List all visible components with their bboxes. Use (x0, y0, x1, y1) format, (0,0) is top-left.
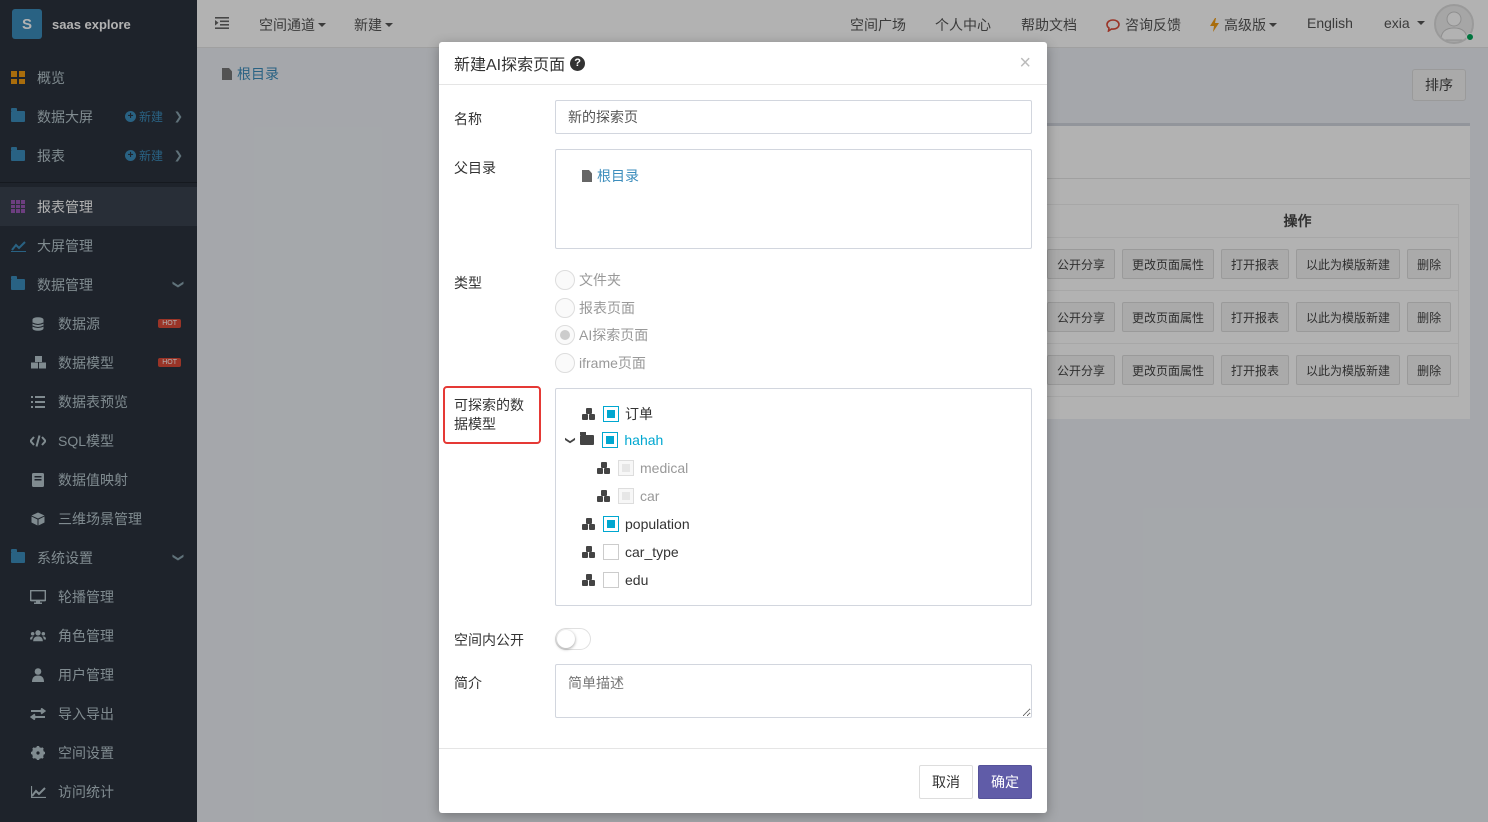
type-option-ai-explore[interactable]: AI探索页面 (555, 325, 648, 345)
type-label: 类型 (454, 275, 482, 291)
type-option-report[interactable]: 报表页面 (555, 298, 635, 318)
close-icon[interactable]: × (1019, 52, 1031, 75)
tree-node-label: 订单 (625, 406, 653, 422)
question-circle-icon[interactable]: ? (570, 55, 586, 71)
tree-node-car[interactable]: car (597, 488, 659, 504)
tree-node-label: medical (640, 460, 689, 476)
type-option-folder[interactable]: 文件夹 (555, 270, 621, 290)
tree-node-label: car (640, 488, 660, 504)
tree-checkbox[interactable] (603, 544, 619, 560)
modal-footer: 取消 确定 (439, 748, 1047, 813)
tree-node-label: population (625, 516, 690, 532)
tree-node-medical[interactable]: medical (597, 460, 688, 476)
parent-dir-tree: 根目录 (555, 149, 1032, 249)
tree-checkbox[interactable] (602, 432, 619, 448)
name-label: 名称 (454, 111, 482, 127)
parent-dir-label: 父目录 (454, 160, 496, 176)
tree-node-edu[interactable]: edu (582, 572, 648, 588)
type-option-label: AI探索页面 (579, 327, 649, 343)
tree-checkbox[interactable] (603, 572, 619, 588)
radio-button[interactable] (555, 270, 575, 290)
cubes-icon (597, 462, 611, 474)
new-ai-explore-modal: 新建AI探索页面 ? × 名称 父目录 根目录 类型 文件夹 报表页面 AI探索… (439, 42, 1047, 813)
name-input[interactable] (555, 100, 1032, 134)
tree-checkbox-disabled[interactable] (618, 460, 634, 476)
radio-button-checked[interactable] (555, 325, 575, 345)
modal-title: 新建AI探索页面 (454, 57, 566, 74)
tree-node-label: hahah (624, 432, 664, 448)
highlight-annotation (443, 386, 541, 444)
cubes-icon (582, 518, 596, 530)
modal-header: 新建AI探索页面 ? × (439, 42, 1047, 85)
cubes-icon (582, 546, 596, 558)
tree-checkbox-disabled[interactable] (618, 488, 634, 504)
parent-dir-node-root[interactable]: 根目录 (582, 166, 639, 186)
tree-checkbox[interactable] (603, 516, 619, 532)
folder-icon (580, 432, 595, 445)
tree-node-order[interactable]: 订单 (582, 404, 653, 424)
tree-node-hahah[interactable]: ❯ hahah (565, 432, 664, 448)
tree-node-label: car_type (625, 544, 679, 560)
cubes-icon (582, 574, 596, 586)
chevron-down-icon[interactable]: ❯ (565, 436, 576, 444)
parent-dir-node-label: 根目录 (597, 168, 639, 184)
models-tree: 订单 ❯ hahah medical car population car_ty… (555, 388, 1032, 606)
type-option-label: 文件夹 (579, 272, 621, 288)
cubes-icon (597, 490, 611, 502)
public-in-space-label: 空间内公开 (454, 632, 524, 648)
radio-button[interactable] (555, 353, 575, 373)
description-textarea[interactable] (555, 664, 1032, 718)
tree-node-label: edu (625, 572, 649, 588)
type-option-label: 报表页面 (579, 300, 635, 316)
tree-checkbox[interactable] (603, 406, 619, 422)
confirm-button[interactable]: 确定 (978, 765, 1032, 799)
radio-button[interactable] (555, 298, 575, 318)
tree-node-car-type[interactable]: car_type (582, 544, 679, 560)
cancel-button[interactable]: 取消 (919, 765, 973, 799)
file-icon (582, 170, 592, 182)
public-in-space-toggle[interactable] (555, 628, 591, 650)
type-option-iframe[interactable]: iframe页面 (555, 353, 646, 373)
cubes-icon (582, 408, 596, 420)
type-option-label: iframe页面 (579, 355, 646, 371)
description-label: 简介 (454, 675, 482, 691)
tree-node-population[interactable]: population (582, 516, 690, 532)
